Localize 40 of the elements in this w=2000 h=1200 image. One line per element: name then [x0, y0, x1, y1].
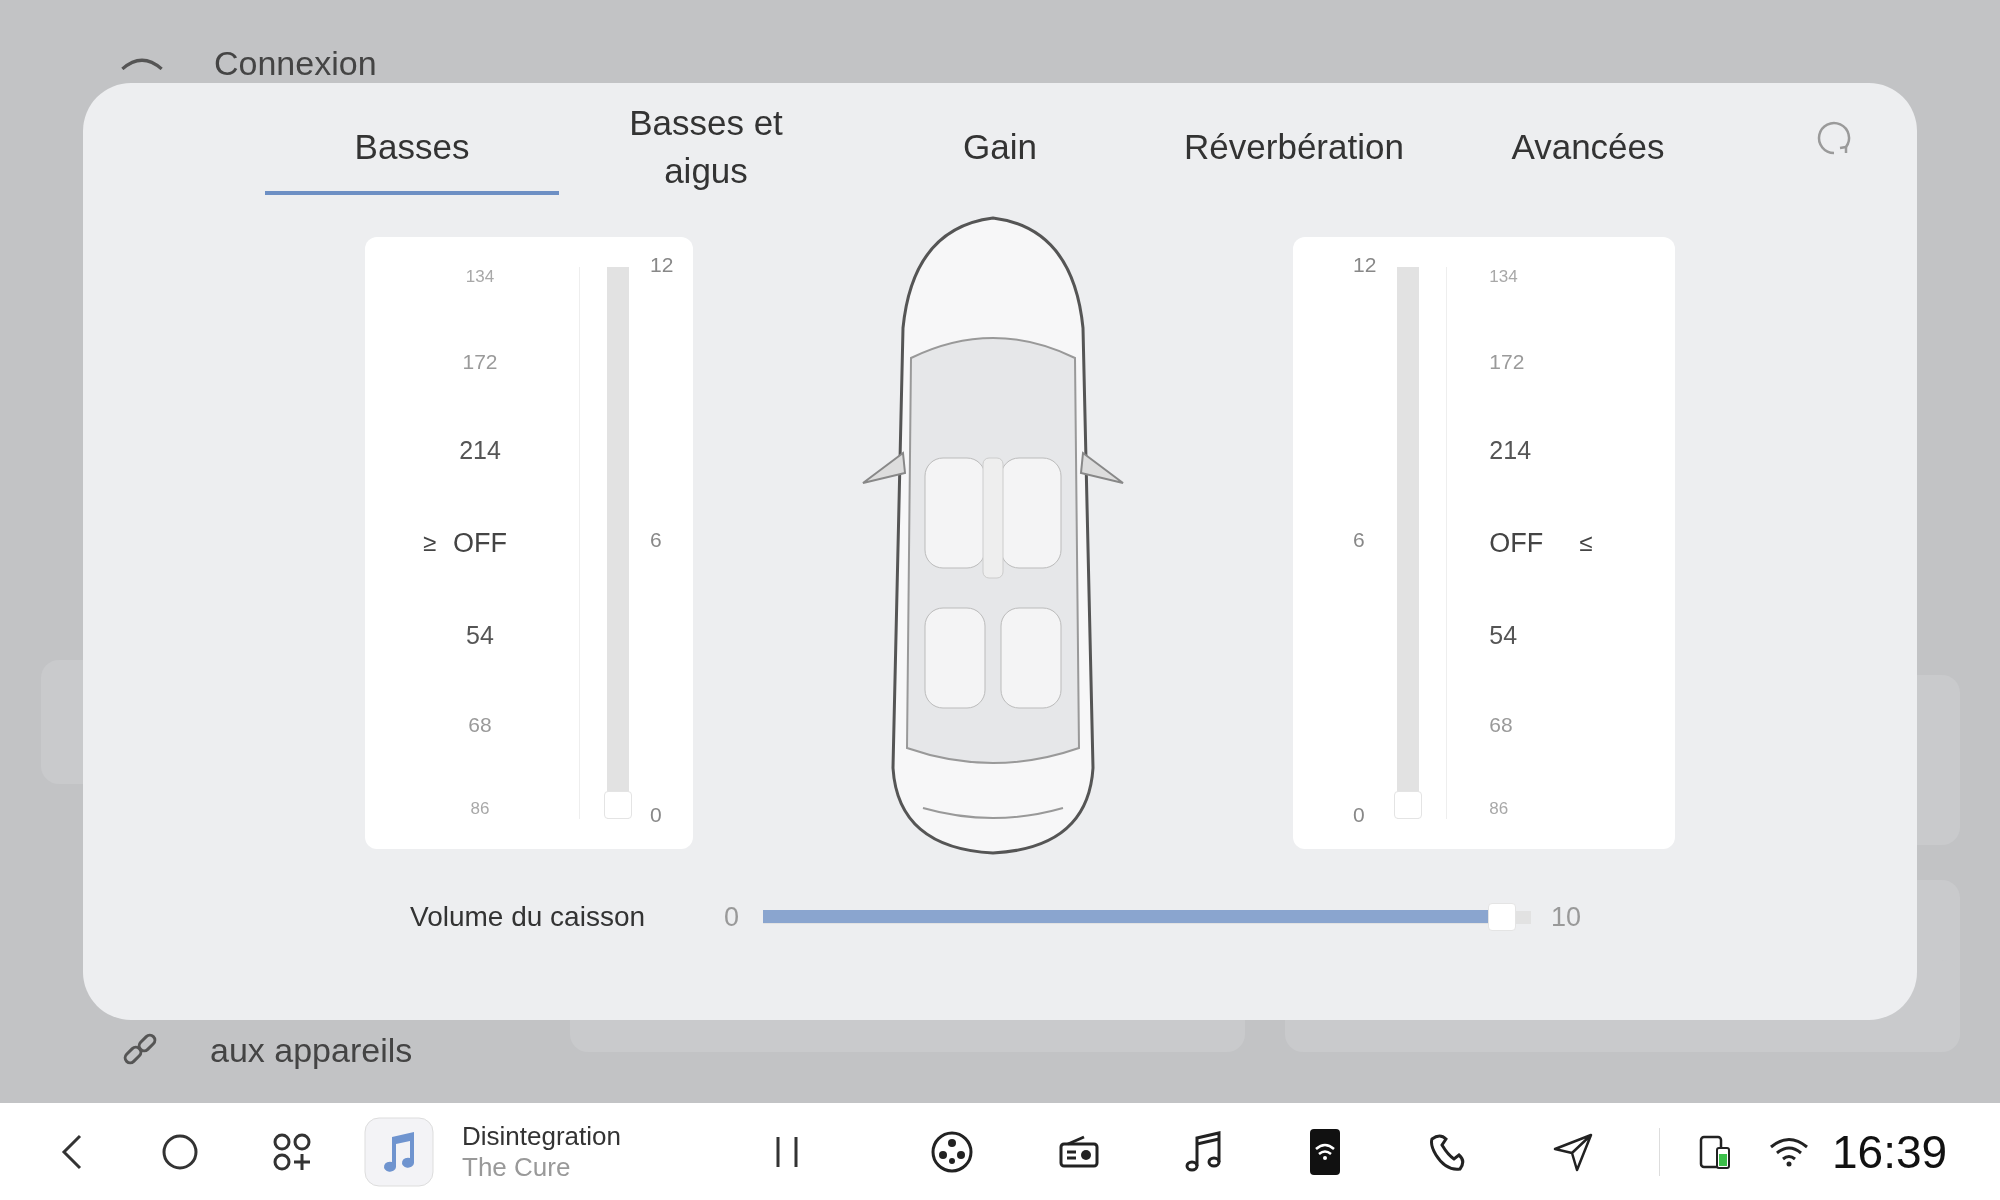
- marker-icon: ≥: [423, 529, 437, 557]
- tick-label: 6: [1353, 528, 1366, 552]
- connection-icon: [120, 57, 164, 70]
- radio-icon[interactable]: [1058, 1133, 1100, 1170]
- gain-slider[interactable]: [604, 267, 632, 819]
- frequency-option[interactable]: 214: [1489, 436, 1532, 465]
- phone-battery-icon: [1698, 1133, 1732, 1170]
- slider-thumb[interactable]: [604, 791, 632, 819]
- gain-slider[interactable]: [1394, 267, 1423, 819]
- tick-label: 0: [650, 803, 663, 827]
- phone-wifi-icon[interactable]: [1308, 1126, 1342, 1177]
- min-label: 0: [724, 901, 740, 933]
- tab[interactable]: Réverbération: [1147, 103, 1441, 195]
- clock: 16:39: [1832, 1124, 1948, 1179]
- tab[interactable]: Gain: [853, 103, 1147, 195]
- tick-label: 0: [1353, 803, 1366, 827]
- frequency-option[interactable]: OFF: [453, 527, 507, 559]
- section-label[interactable]: aux appareils: [210, 1030, 413, 1070]
- apps-icon[interactable]: [272, 1131, 312, 1172]
- wifi-icon: [1768, 1135, 1810, 1168]
- frequency-option[interactable]: OFF: [1489, 527, 1544, 559]
- tab[interactable]: Basses: [265, 103, 559, 195]
- track-title[interactable]: Disintegration: [462, 1120, 732, 1152]
- frequency-option[interactable]: 214: [459, 436, 501, 465]
- tick-label: 12: [1353, 253, 1377, 277]
- slider-thumb[interactable]: [1488, 903, 1517, 931]
- tab[interactable]: Basses et aigus: [559, 103, 853, 195]
- music-note-icon[interactable]: [1184, 1129, 1224, 1174]
- marker-icon: ≤: [1579, 529, 1593, 557]
- max-label: 10: [1551, 901, 1582, 933]
- tab[interactable]: Avancées: [1441, 103, 1735, 195]
- slider-thumb[interactable]: [1394, 791, 1423, 819]
- volume-label: Volume du caisson: [410, 901, 647, 933]
- frequency-option[interactable]: 54: [466, 621, 494, 650]
- tick-label: 12: [650, 253, 674, 277]
- frequency-option[interactable]: 54: [1489, 621, 1518, 650]
- tick-label: 6: [650, 528, 663, 552]
- album-art-icon[interactable]: [364, 1116, 434, 1187]
- section-label[interactable]: Connexion: [214, 44, 377, 83]
- fan-icon[interactable]: [930, 1129, 974, 1174]
